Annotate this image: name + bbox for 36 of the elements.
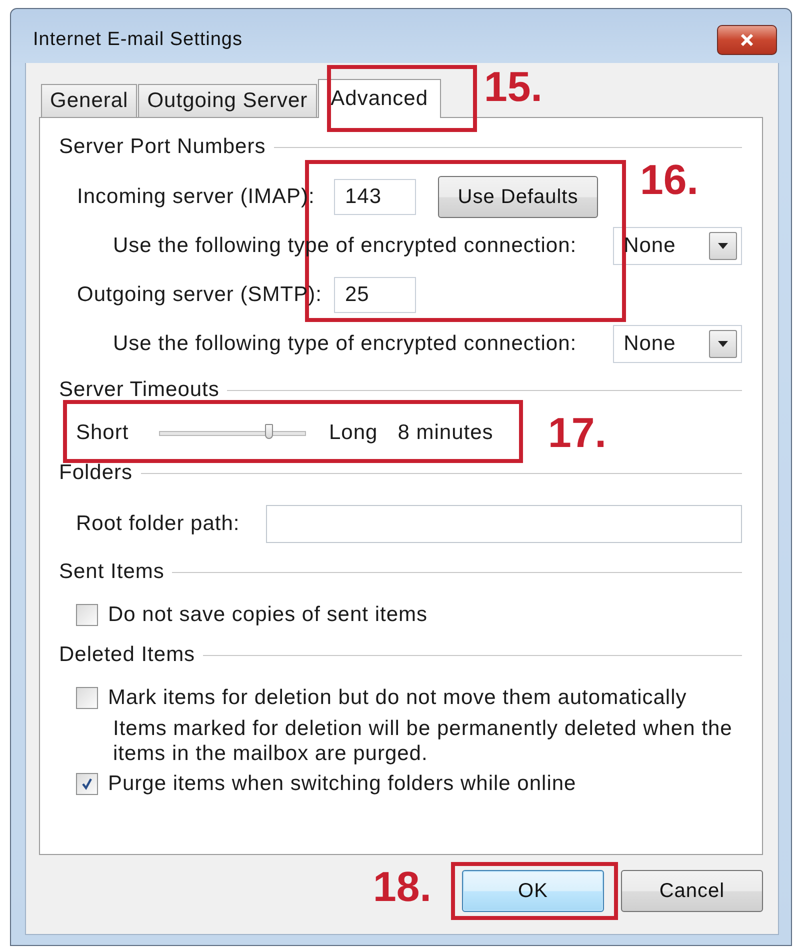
timeout-value: 8 minutes bbox=[398, 421, 494, 445]
cancel-button[interactable]: Cancel bbox=[621, 870, 763, 912]
root-folder-field[interactable] bbox=[266, 505, 742, 543]
step-number: 17. bbox=[548, 409, 606, 457]
checkbox-label: Purge items when switching folders while online bbox=[108, 772, 576, 796]
checkbox-label: Mark items for deletion but do not move them automatically bbox=[108, 686, 687, 710]
ok-button[interactable]: OK bbox=[462, 870, 604, 912]
field-label: Use the following type of encrypted connection: bbox=[113, 332, 578, 356]
close-icon bbox=[739, 34, 755, 46]
field-label: Root folder path: bbox=[76, 512, 241, 536]
section-heading: Server Timeouts bbox=[59, 378, 220, 402]
section-heading: Server Port Numbers bbox=[59, 135, 266, 159]
tab[interactable]: General bbox=[41, 84, 138, 117]
checkbox-label: Do not save copies of sent items bbox=[108, 603, 428, 627]
checkbox[interactable] bbox=[76, 687, 98, 709]
step-number: 18. bbox=[373, 863, 432, 911]
step-number: 16. bbox=[640, 156, 698, 204]
step-number: 15. bbox=[484, 63, 542, 111]
note-text: Items marked for deletion will be permanently deleted when the items in the mailbox are purged. bbox=[113, 716, 733, 766]
slider-thumb[interactable] bbox=[264, 424, 273, 438]
checkmark-icon bbox=[80, 777, 94, 791]
use-defaults-button[interactable]: Use Defaults bbox=[438, 176, 598, 218]
slider-min-label: Short bbox=[76, 421, 130, 445]
checkbox[interactable] bbox=[76, 604, 98, 626]
slider-max-label: Long bbox=[329, 421, 378, 445]
encryption-dropdown[interactable]: None bbox=[612, 325, 742, 363]
close-button[interactable] bbox=[717, 25, 777, 55]
port-field[interactable]: 25 bbox=[334, 277, 416, 313]
tab[interactable]: Advanced bbox=[318, 79, 442, 118]
window-title: Internet E-mail Settings bbox=[33, 28, 242, 52]
section-heading: Deleted Items bbox=[59, 643, 196, 667]
checkbox[interactable] bbox=[76, 773, 98, 795]
section-heading: Folders bbox=[59, 461, 133, 485]
section-heading: Sent Items bbox=[59, 560, 164, 584]
tab[interactable]: Outgoing Server bbox=[138, 84, 317, 117]
port-field[interactable]: 143 bbox=[334, 179, 416, 215]
